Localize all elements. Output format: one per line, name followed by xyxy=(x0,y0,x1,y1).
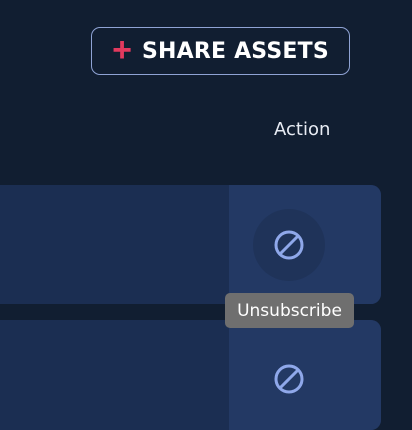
block-icon xyxy=(274,364,304,394)
unsubscribe-button[interactable] xyxy=(253,343,325,415)
table-row xyxy=(0,320,381,430)
table-row xyxy=(0,185,381,304)
plus-icon: + xyxy=(112,30,132,69)
share-assets-button[interactable]: + SHARE ASSETS xyxy=(91,27,350,75)
share-assets-label: SHARE ASSETS xyxy=(141,38,329,64)
unsubscribe-tooltip: Unsubscribe xyxy=(225,293,354,328)
action-column-header: Action xyxy=(274,119,331,140)
unsubscribe-button[interactable] xyxy=(253,209,325,281)
block-icon xyxy=(274,230,304,260)
